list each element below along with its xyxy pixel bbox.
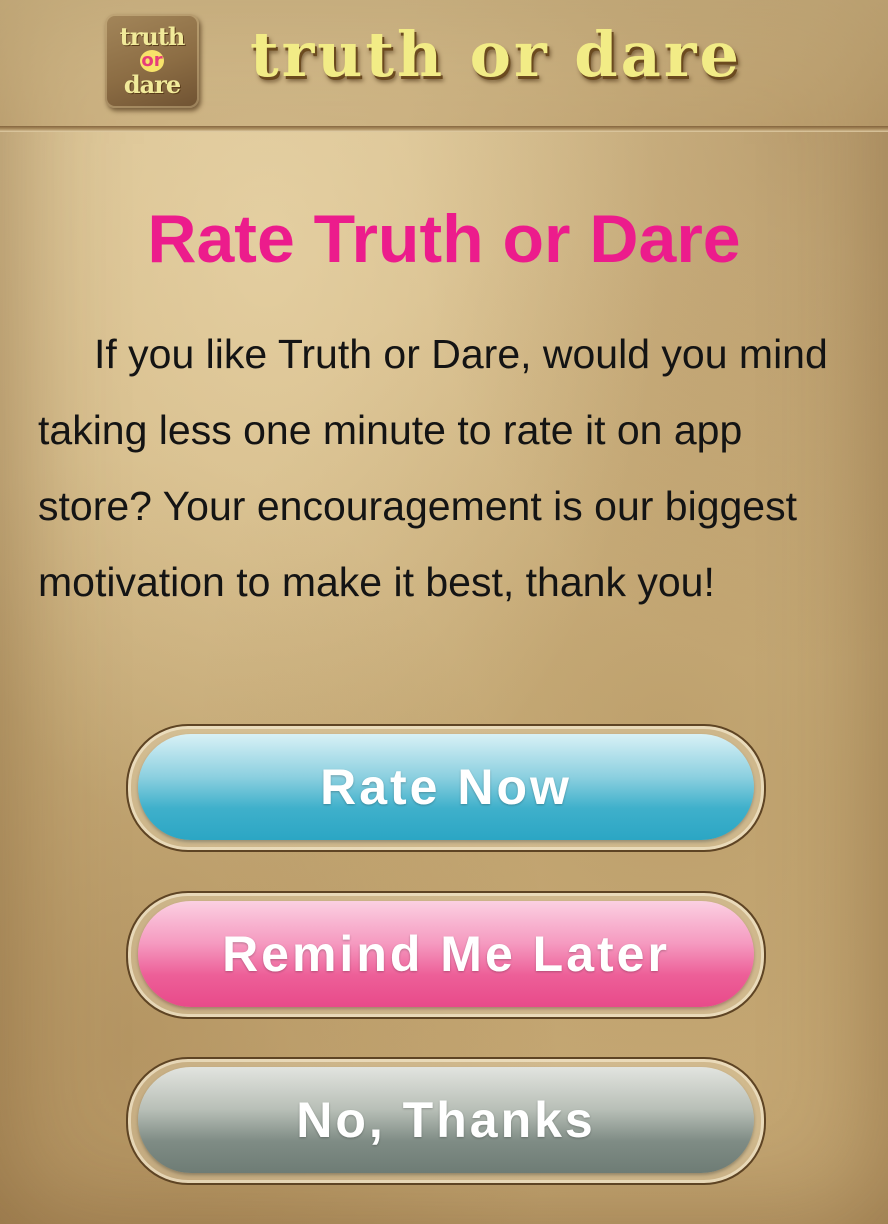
logo-word-or: or bbox=[140, 50, 164, 72]
no-thanks-button-frame: No, Thanks bbox=[126, 1057, 766, 1185]
rate-now-button-frame: Rate Now bbox=[126, 724, 766, 852]
logo-word-dare: dare bbox=[123, 70, 181, 99]
app-title: truth or dare bbox=[250, 18, 742, 91]
logo-word-truth: truth bbox=[119, 22, 186, 51]
remind-me-later-button-frame: Remind Me Later bbox=[126, 891, 766, 1019]
header-bar: truth or dare truth or dare bbox=[0, 0, 888, 130]
remind-me-later-button[interactable]: Remind Me Later bbox=[138, 901, 754, 1007]
header-divider bbox=[0, 126, 888, 132]
no-thanks-button[interactable]: No, Thanks bbox=[138, 1067, 754, 1173]
rate-now-button[interactable]: Rate Now bbox=[138, 734, 754, 840]
dialog-title: Rate Truth or Dare bbox=[147, 201, 741, 277]
app-logo: truth or dare bbox=[105, 14, 199, 108]
dialog-message: If you like Truth or Dare, would you min… bbox=[38, 331, 828, 605]
